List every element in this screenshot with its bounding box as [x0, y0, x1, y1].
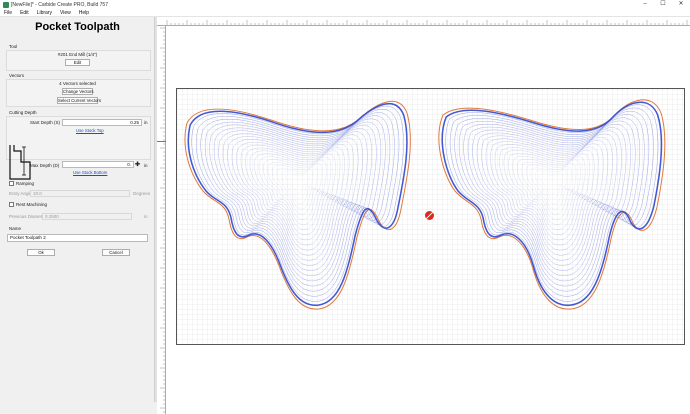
menu-bar: File Edit Library View Help [0, 9, 690, 17]
ramping-label: Ramping [16, 181, 35, 186]
origin-marker-icon[interactable] [425, 211, 434, 220]
vectors-status: 4 Vectors selected [59, 81, 96, 86]
tool-name: #201 End Mill (1/4") [57, 52, 98, 57]
pocket-toolpath-panel: Pocket Toolpath Tool #201 End Mill (1/4"… [0, 17, 155, 414]
window-controls: – ☐ ✕ [636, 0, 690, 9]
max-depth-input[interactable]: 0. [62, 161, 134, 168]
maximize-button[interactable]: ☐ [654, 0, 672, 9]
start-depth-unit: in [144, 120, 148, 125]
max-depth-label: Max Depth (D) [30, 163, 60, 168]
menu-file[interactable]: File [0, 10, 16, 16]
title-bar: [NewFile]* - Carbide Create PRO, Build 7… [0, 0, 690, 9]
menu-view[interactable]: View [56, 10, 75, 16]
start-depth-input[interactable]: 0.25 [62, 119, 142, 126]
ok-button[interactable]: Ok [27, 249, 55, 256]
ramping-checkbox[interactable] [9, 181, 14, 186]
top-ruler [157, 17, 690, 26]
menu-edit[interactable]: Edit [16, 10, 33, 16]
tool-section-label: Tool [9, 44, 18, 49]
name-section-label: Name [9, 226, 22, 231]
use-stock-bottom-link[interactable]: Use Stock Bottom [73, 170, 107, 175]
previous-diameter-unit: in [144, 214, 148, 219]
previous-diameter-input[interactable]: 0.2500 [42, 213, 132, 220]
minimize-button[interactable]: – [636, 0, 654, 9]
previous-diameter-label: Previous Diameter [9, 214, 47, 219]
left-ruler [157, 26, 166, 414]
window-title: [NewFile]* - Carbide Create PRO, Build 7… [11, 1, 108, 8]
panel-title: Pocket Toolpath [35, 21, 120, 33]
entry-angle-unit: Degrees [133, 191, 151, 196]
entry-angle-input[interactable]: 10.0 [30, 190, 130, 197]
cancel-button[interactable]: Cancel [102, 249, 130, 256]
max-depth-unit: in [144, 163, 148, 168]
depth-diagram-icon [9, 145, 31, 180]
cutting-depth-section-label: Cutting Depth [9, 110, 37, 115]
rest-machining-checkbox[interactable] [9, 202, 14, 207]
change-vectors-button[interactable]: Change Vectors [62, 88, 94, 95]
add-icon[interactable]: ✚ [135, 161, 140, 168]
menu-help[interactable]: Help [75, 10, 93, 16]
close-button[interactable]: ✕ [672, 0, 690, 9]
toolpath-name-input[interactable]: Pocket Toolpath 2 [7, 234, 148, 242]
ruler-position-marker [157, 141, 166, 142]
use-stock-top-link[interactable]: Use Stock Top [76, 128, 104, 133]
edit-tool-button[interactable]: Edit [65, 59, 90, 66]
start-depth-label: Start Depth (S) [30, 120, 61, 125]
app-icon [3, 1, 9, 8]
vectors-section-label: Vectors [9, 73, 25, 78]
entry-angle-label: Entry Angle [9, 191, 33, 196]
menu-library[interactable]: Library [33, 10, 56, 16]
rest-machining-label: Rest Machining [16, 202, 48, 207]
select-current-vectors-button[interactable]: Select Current Vectors [57, 97, 101, 104]
